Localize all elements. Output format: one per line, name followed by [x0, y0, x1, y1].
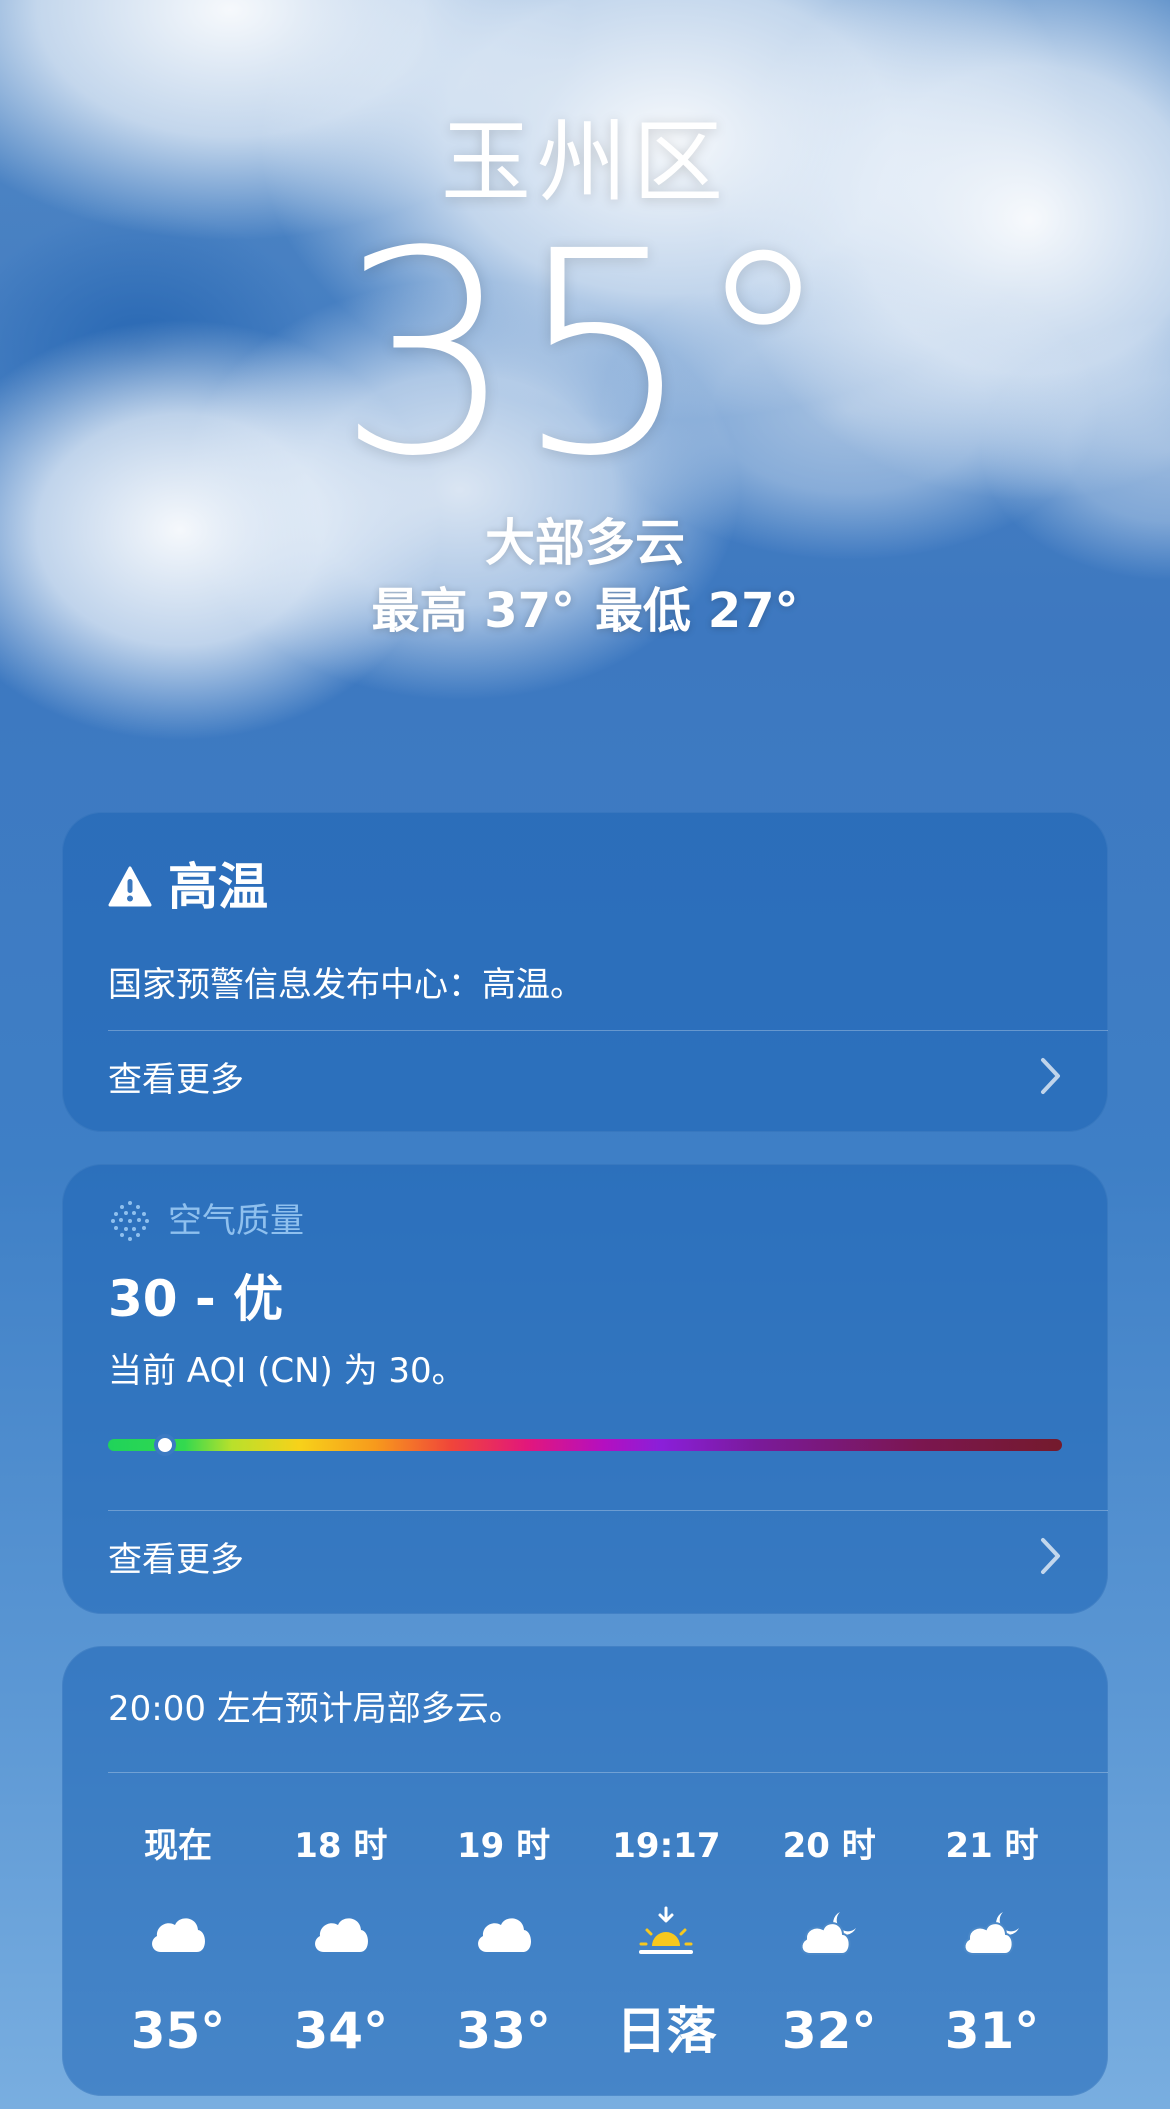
hour-temperature: 33°	[456, 2002, 551, 2060]
cloud-moon-icon	[963, 1912, 1019, 1955]
hour-item: 19 时 33°	[434, 1822, 574, 2064]
hour-temperature: 34°	[293, 2002, 389, 2060]
hour-temperature: 日落	[616, 2002, 717, 2060]
divider	[108, 1772, 1108, 1773]
hour-temperature: 35°	[130, 2002, 226, 2060]
high-low-temperature: 最高 37° 最低 27°	[0, 580, 1170, 642]
high-temperature: 最高 37°	[371, 583, 575, 639]
chevron-right-icon	[1041, 1058, 1060, 1094]
hour-item: 20 时 32°	[759, 1822, 899, 2064]
current-temperature: 35°	[336, 192, 834, 518]
hour-temperature: 32°	[781, 2002, 877, 2060]
hour-label: 19 时	[457, 1826, 551, 1866]
hourly-list[interactable]: 现在 35° 18 时 34° 19 时 33° 19:17 日落 20 时 3…	[108, 1822, 1062, 2064]
cloud-icon	[477, 1918, 531, 1952]
cloud-moon-icon	[800, 1912, 857, 1955]
cloud-icon	[314, 1918, 368, 1952]
heat-alert-card[interactable]: 高温 国家预警信息发布中心：高温。 查看更多	[62, 812, 1108, 1132]
hour-temperature: 31°	[944, 2002, 1040, 2060]
hour-label: 21 时	[945, 1826, 1039, 1866]
hour-label: 现在	[144, 1826, 212, 1866]
hour-item: 19:17 日落	[596, 1822, 736, 2064]
cloud-icon	[152, 1918, 205, 1952]
warning-icon	[108, 866, 152, 907]
aqi-description: 当前 AQI (CN) 为 30。	[108, 1351, 466, 1391]
aqi-value: 30 - 优	[108, 1270, 284, 1328]
hour-label: 18 时	[294, 1826, 388, 1866]
aqi-indicator-dot	[154, 1434, 177, 1456]
see-more-label: 查看更多	[108, 1059, 244, 1100]
hourly-summary: 20:00 左右预计局部多云。	[108, 1689, 523, 1729]
air-quality-title: 空气质量	[168, 1201, 304, 1241]
alert-see-more-button[interactable]: 查看更多	[108, 1031, 1062, 1121]
hour-label: 20 时	[782, 1826, 876, 1866]
hour-item: 18 时 34°	[271, 1822, 411, 2064]
low-temperature: 最低 27°	[595, 583, 799, 639]
hourly-forecast-card[interactable]: 20:00 左右预计局部多云。 现在 35° 18 时 34° 19 时 33°…	[62, 1646, 1108, 2096]
aqi-scale-bar	[108, 1434, 1062, 1456]
alert-header: 高温	[108, 852, 268, 922]
weather-condition: 大部多云	[485, 514, 685, 572]
sunset-icon	[639, 1906, 694, 1954]
aqi-see-more-button[interactable]: 查看更多	[108, 1511, 1062, 1601]
hour-label: 19:17	[612, 1826, 721, 1866]
alert-text: 国家预警信息发布中心：高温。	[108, 965, 584, 1005]
hour-item: 21 时 31°	[922, 1822, 1062, 2064]
hour-item: 现在 35°	[108, 1822, 248, 2064]
chevron-right-icon	[1041, 1538, 1060, 1574]
air-quality-card[interactable]: 空气质量 30 - 优 当前 AQI (CN) 为 30。 查看更多	[62, 1164, 1108, 1614]
air-quality-icon	[111, 1201, 149, 1241]
air-quality-header: 空气质量	[108, 1196, 304, 1246]
alert-title: 高温	[168, 858, 268, 916]
see-more-label: 查看更多	[108, 1539, 244, 1580]
